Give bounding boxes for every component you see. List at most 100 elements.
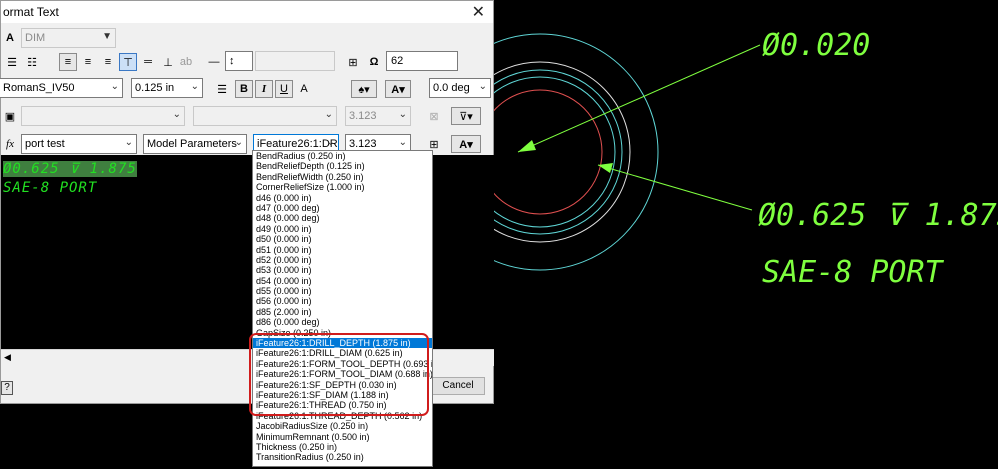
stack-style-icon[interactable]: ☰ [213, 80, 231, 98]
leader-main [597, 164, 753, 211]
chevron-down-icon: ⌄ [324, 109, 333, 120]
dropdown-item[interactable]: d54 (0.000 in) [253, 276, 432, 286]
dim-sub-text: SAE-8 PORT [762, 255, 945, 290]
dropdown-item[interactable]: TransitionRadius (0.250 in) [253, 452, 432, 462]
insert-symbol-button[interactable]: ♠▾ [351, 80, 377, 98]
text-style-combo[interactable]: DIM ▼ [21, 28, 116, 48]
scroll-left-icon[interactable]: ◀ [4, 352, 11, 363]
dropdown-item[interactable]: iFeature26:1:SF_DIAM (1.188 in) [253, 390, 432, 400]
component-precision-combo: 3.123 ⌄ [345, 106, 411, 126]
component-row: ▣ ⌄ ⌄ 3.123 ⌄ ⊠ ⊽▾ [1, 105, 493, 129]
dropdown-item[interactable]: CornerReliefSize (1.000 in) [253, 182, 432, 192]
width-icon[interactable]: ⊞ [344, 53, 362, 71]
chevron-down-icon: ⌄ [326, 137, 335, 148]
align-right-icon[interactable]: ≡ [99, 53, 117, 71]
chevron-down-icon: ⌄ [124, 137, 133, 148]
align-left-icon[interactable]: ≡ [59, 53, 77, 71]
list-icon[interactable]: ☰ [3, 53, 21, 71]
dropdown-item[interactable]: d49 (0.000 in) [253, 224, 432, 234]
size-value: 0.125 in [135, 82, 175, 94]
dropdown-item[interactable]: d50 (0.000 in) [253, 234, 432, 244]
dropdown-item[interactable]: d46 (0.000 in) [253, 193, 432, 203]
parameter-dropdown-list[interactable]: BendRadius (0.250 in) BendReliefDepth (0.… [252, 150, 433, 467]
valign-bottom-icon[interactable]: ⊥ [159, 53, 177, 71]
dropdown-item[interactable]: d51 (0.000 in) [253, 245, 432, 255]
dim-top-text: Ø0.020 [762, 28, 870, 63]
leader-top-arrow [518, 140, 536, 152]
source-combo[interactable]: port test ⌄ [21, 134, 137, 154]
valign-middle-icon[interactable]: ═ [139, 53, 157, 71]
chevron-down-icon: ⌄ [398, 109, 407, 120]
chevron-down-icon: ⌄ [398, 137, 407, 148]
font-row: RomanS_IV50 ⌄ 0.125 in ⌄ ☰ B I U A ♠▾ A▾… [0, 77, 493, 101]
component-icon: ▣ [4, 110, 16, 123]
source-value: port test [25, 138, 65, 150]
dropdown-item[interactable]: d86 (0.000 deg) [253, 317, 432, 327]
angle-value: 0.0 deg [433, 82, 470, 94]
chevron-down-icon: ⌄ [234, 137, 243, 148]
close-icon[interactable]: ✕ [472, 2, 485, 22]
precision-value: 3.123 [349, 138, 377, 150]
line-spacing-combo[interactable]: ↕ [225, 51, 253, 71]
leader-top [517, 44, 761, 153]
component-combo: ⌄ [21, 106, 185, 126]
symbol-dropdown-button[interactable]: ⊽▾ [451, 107, 481, 125]
editor-line-1-rest: ⊽ 1.875 [59, 161, 137, 177]
help-button[interactable]: ? [1, 381, 13, 395]
dropdown-item[interactable]: d56 (0.000 in) [253, 296, 432, 306]
angle-combo[interactable]: 0.0 deg ⌄ [429, 78, 491, 98]
dropdown-item[interactable]: Thickness (0.250 in) [253, 442, 432, 452]
dialog-title: ormat Text [3, 5, 59, 19]
horizontal-rule-icon[interactable]: — [205, 53, 223, 71]
chevron-down-icon: ⌄ [110, 81, 119, 92]
dropdown-item[interactable]: iFeature26:1:FORM_TOOL_DIAM (0.688 in) [253, 369, 432, 379]
dropdown-item[interactable]: iFeature26:1:FORM_TOOL_DEPTH (0.693 in) [253, 359, 432, 369]
dropdown-item[interactable]: d52 (0.000 in) [253, 255, 432, 265]
cancel-button[interactable]: Cancel [431, 377, 485, 395]
dropdown-item[interactable]: GapSize (0.250 in) [253, 328, 432, 338]
rotation-icon: Ω [369, 56, 379, 68]
text-style-value: DIM [25, 32, 46, 44]
dropdown-item[interactable]: iFeature26:1:DRILL_DEPTH (1.875 in) [253, 338, 432, 349]
chevron-down-icon: ⌄ [172, 109, 181, 120]
function-icon: fx [6, 138, 14, 150]
dropdown-item[interactable]: iFeature26:1:SF_DEPTH (0.030 in) [253, 380, 432, 390]
dropdown-item[interactable]: BendReliefDepth (0.125 in) [253, 161, 432, 171]
dropdown-item[interactable]: d48 (0.000 deg) [253, 213, 432, 223]
font-combo[interactable]: RomanS_IV50 ⌄ [0, 78, 123, 98]
dropdown-item[interactable]: BendReliefWidth (0.250 in) [253, 172, 432, 182]
size-combo[interactable]: 0.125 in ⌄ [131, 78, 203, 98]
chevron-down-icon: ⌄ [478, 81, 487, 92]
dropdown-item[interactable]: JacobiRadiusSize (0.250 in) [253, 421, 432, 431]
parameter-type-value: Model Parameters [147, 138, 237, 150]
align-center-icon[interactable]: ≡ [79, 53, 97, 71]
style-row: A DIM ▼ [1, 27, 493, 51]
dropdown-item[interactable]: iFeature26:1:THREAD_DEPTH (0.562 in) [253, 411, 432, 421]
dropdown-item[interactable]: d85 (2.000 in) [253, 307, 432, 317]
dropdown-item[interactable]: d55 (0.000 in) [253, 286, 432, 296]
valign-top-icon[interactable]: ⊤ [119, 53, 137, 71]
case-dropdown-button[interactable]: A▾ [451, 135, 481, 153]
dropdown-item[interactable]: iFeature26:1:THREAD (0.750 in) [253, 400, 432, 410]
italic-button[interactable]: I [255, 80, 273, 98]
component-source-combo: ⌄ [193, 106, 337, 126]
editor-selected-text: Ø0.625 [3, 161, 60, 177]
text-color-button[interactable]: A▾ [385, 80, 411, 98]
dropdown-item[interactable]: MinimumRemnant (0.500 in) [253, 432, 432, 442]
dropdown-item[interactable]: d53 (0.000 in) [253, 265, 432, 275]
stack-icon[interactable]: ab [177, 53, 195, 71]
dropdown-item[interactable]: d47 (0.000 deg) [253, 203, 432, 213]
editor-line-2: SAE-8 PORT [3, 180, 98, 196]
editor-line-1: Ø0.625 ⊽ 1.875 [3, 161, 137, 177]
bold-button[interactable]: B [235, 80, 253, 98]
font-value: RomanS_IV50 [3, 82, 75, 94]
numbered-list-icon[interactable]: ☷ [23, 53, 41, 71]
strike-button[interactable]: A [295, 80, 313, 98]
dropdown-item[interactable]: BendRadius (0.250 in) [253, 151, 432, 161]
parameter-type-combo[interactable]: Model Parameters ⌄ [143, 134, 247, 154]
dropdown-item[interactable]: iFeature26:1:DRILL_DIAM (0.625 in) [253, 348, 432, 358]
rotation-field[interactable]: 62 [386, 51, 458, 71]
rotation-value: 62 [391, 55, 404, 67]
underline-button[interactable]: U [275, 80, 293, 98]
format-toolbar-row: ☰ ☷ ≡ ≡ ≡ ⊤ ═ ⊥ ab — ↕ ⊞ Ω 62 [1, 51, 493, 75]
